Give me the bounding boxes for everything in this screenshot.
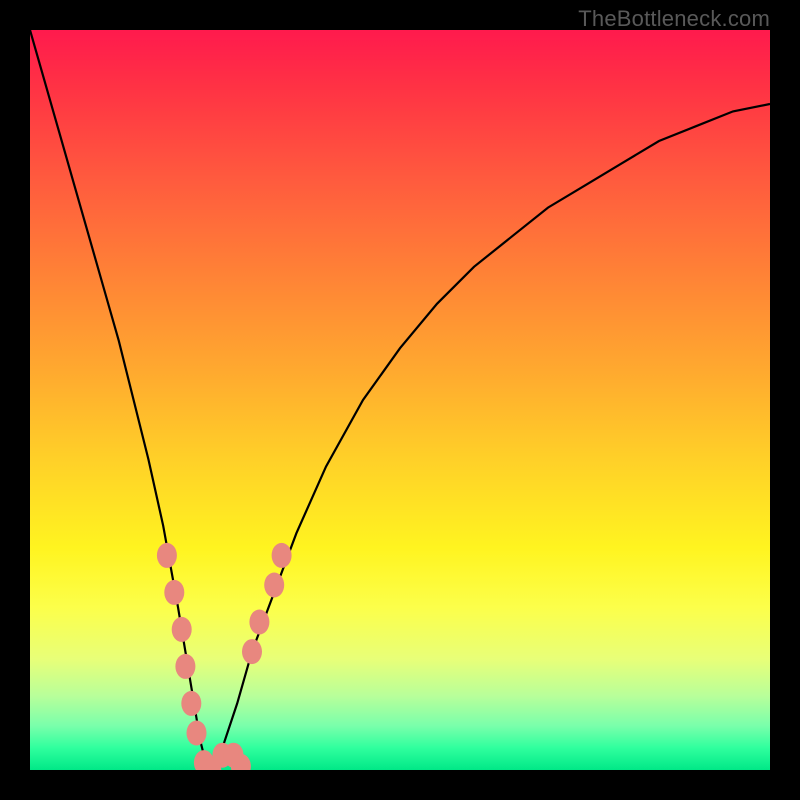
marker-dot: [181, 691, 201, 716]
marker-group: [157, 543, 292, 770]
watermark-text: TheBottleneck.com: [578, 6, 770, 32]
marker-dot: [272, 543, 292, 568]
marker-dot: [249, 610, 269, 635]
plot-area: [30, 30, 770, 770]
marker-dot: [172, 617, 192, 642]
curve-svg: [30, 30, 770, 770]
chart-frame: TheBottleneck.com: [0, 0, 800, 800]
marker-dot: [264, 573, 284, 598]
marker-dot: [242, 639, 262, 664]
marker-dot: [164, 580, 184, 605]
bottleneck-curve: [30, 30, 770, 770]
marker-dot: [175, 654, 195, 679]
marker-dot: [187, 721, 207, 746]
marker-dot: [157, 543, 177, 568]
